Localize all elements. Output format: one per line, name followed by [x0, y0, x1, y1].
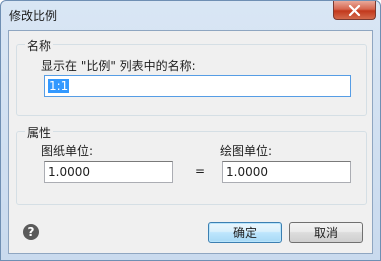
paper-units-input[interactable]: 1.0000	[44, 161, 173, 183]
ok-button[interactable]: 确定	[208, 222, 282, 243]
help-glyph: ?	[27, 225, 35, 239]
name-group: 名称 显示在 "比例" 列表中的名称: 1:1	[16, 37, 367, 116]
ok-button-label: 确定	[232, 226, 257, 240]
drawing-units-value: 1.0000	[226, 165, 268, 179]
cancel-button-label: 取消	[313, 226, 338, 240]
name-input[interactable]: 1:1	[44, 75, 351, 97]
equals-sign: =	[195, 164, 206, 178]
properties-group-legend: 属性	[25, 124, 54, 141]
properties-group: 属性 图纸单位: 1.0000 = 绘图单位: 1.0000	[16, 124, 367, 205]
paper-units-value: 1.0000	[48, 165, 90, 179]
dialog-client-area: 名称 显示在 "比例" 列表中的名称: 1:1 属性 图纸单位: 1.0000 …	[8, 30, 373, 254]
close-button[interactable]	[333, 1, 376, 20]
name-input-value: 1:1	[48, 79, 70, 93]
window-title: 修改比例	[9, 9, 58, 23]
help-icon[interactable]: ?	[23, 224, 39, 240]
title-bar[interactable]: 修改比例	[1, 1, 380, 31]
drawing-units-label: 绘图单位:	[220, 144, 273, 158]
drawing-units-input[interactable]: 1.0000	[222, 161, 351, 183]
dialog-window: 修改比例 名称 显示在 "比例" 列表中的名称: 1:1 属性 图纸单位: 1.…	[0, 0, 381, 261]
paper-units-label: 图纸单位:	[41, 144, 94, 158]
name-field-label: 显示在 "比例" 列表中的名称:	[41, 59, 196, 73]
cancel-button[interactable]: 取消	[289, 222, 363, 243]
close-icon	[348, 4, 361, 16]
name-group-legend: 名称	[25, 37, 54, 54]
